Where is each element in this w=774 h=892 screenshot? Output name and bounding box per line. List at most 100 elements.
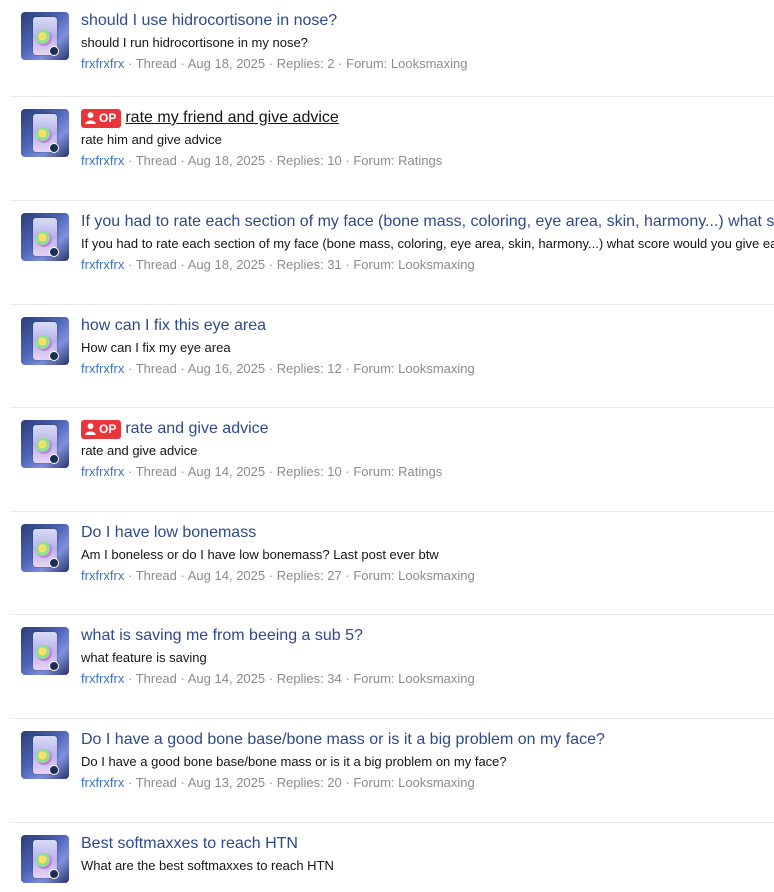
result-snippet: Do I have a good bone base/bone mass or … xyxy=(81,754,507,769)
username-link[interactable]: frxfrxfrx xyxy=(81,153,124,168)
content-type: Thread xyxy=(135,568,177,583)
forum-name[interactable]: Forum: Looksmaxing xyxy=(353,257,474,272)
search-result-item: what is saving me from beeing a sub 5? wh… xyxy=(10,614,774,718)
meta-separator: · xyxy=(345,153,350,168)
forum-name[interactable]: Forum: Looksmaxing xyxy=(353,775,474,790)
user-avatar[interactable] xyxy=(21,317,69,365)
username-link[interactable]: frxfrxfrx xyxy=(81,775,124,790)
post-date: Aug 18, 2025 xyxy=(187,257,266,272)
username-link[interactable]: frxfrxfrx xyxy=(81,361,124,376)
result-title-line: Do I have low bonemass xyxy=(81,522,774,544)
op-badge: OP xyxy=(81,419,122,439)
result-title-line: Best softmaxxes to reach HTN xyxy=(81,833,774,855)
forum-name[interactable]: Forum: Ratings xyxy=(353,153,442,168)
result-meta: frxfrxfrx · Thread · Aug 14, 2025 · Repl… xyxy=(81,567,774,585)
content-type: Thread xyxy=(135,257,177,272)
user-avatar[interactable] xyxy=(21,12,69,60)
meta-separator: · xyxy=(268,257,274,272)
username-link[interactable]: frxfrxfrx xyxy=(81,56,124,71)
meta-separator: · xyxy=(268,671,274,686)
result-title-line: how can I fix this eye area xyxy=(81,315,774,337)
result-title-link[interactable]: If you had to rate each section of my fa… xyxy=(81,211,774,233)
user-avatar[interactable] xyxy=(21,731,69,779)
post-date: Aug 18, 2025 xyxy=(187,153,266,168)
forum-name[interactable]: Forum: Looksmaxing xyxy=(346,56,467,71)
reply-count: Replies: 12 xyxy=(276,361,342,376)
meta-separator: · xyxy=(180,464,185,479)
result-title-link[interactable]: what is saving me from beeing a sub 5? xyxy=(81,625,363,647)
content-type: Thread xyxy=(135,153,177,168)
username-link[interactable]: frxfrxfrx xyxy=(81,568,124,583)
forum-name[interactable]: Forum: Ratings xyxy=(353,464,442,479)
result-content: how can I fix this eye area How can I fix… xyxy=(81,315,774,378)
user-avatar[interactable] xyxy=(21,524,69,572)
avatar-figure-shape xyxy=(36,542,52,558)
result-meta: frxfrxfrx · Thread · Aug 18, 2025 · Repl… xyxy=(81,152,774,170)
avatar-status-dot xyxy=(49,558,59,568)
forum-name[interactable]: Forum: Looksmaxing xyxy=(353,361,474,376)
forum-name[interactable]: Forum: Looksmaxing xyxy=(353,671,474,686)
result-meta: frxfrxfrx · Thread · Aug 16, 2025 · Repl… xyxy=(81,360,774,378)
result-title-link[interactable]: Do I have a good bone base/bone mass or … xyxy=(81,729,605,751)
user-avatar[interactable] xyxy=(21,835,69,883)
reply-count: Replies: 31 xyxy=(276,257,342,272)
meta-separator: · xyxy=(127,568,133,583)
username-link[interactable]: frxfrxfrx xyxy=(81,257,124,272)
user-avatar[interactable] xyxy=(21,627,69,675)
user-icon xyxy=(85,112,96,124)
meta-separator: · xyxy=(127,671,133,686)
reply-count: Replies: 10 xyxy=(276,153,342,168)
reply-count: Replies: 20 xyxy=(276,775,342,790)
result-content: If you had to rate each section of my fa… xyxy=(81,211,774,274)
content-type: Thread xyxy=(135,671,177,686)
result-meta: frxfrxfrx · Thread · Aug 14, 2025 · Repl… xyxy=(81,463,774,481)
avatar-figure-shape xyxy=(36,127,52,143)
user-icon xyxy=(85,423,96,435)
meta-separator: · xyxy=(180,361,185,376)
result-title-link[interactable]: should I use hidrocortisone in nose? xyxy=(81,10,337,32)
meta-separator: · xyxy=(268,56,274,71)
result-snippet: should I run hidrocortisone in my nose? xyxy=(81,35,308,50)
meta-separator: · xyxy=(268,153,274,168)
meta-separator: · xyxy=(180,568,185,583)
forum-name[interactable]: Forum: Looksmaxing xyxy=(353,568,474,583)
meta-separator: · xyxy=(180,257,185,272)
username-link[interactable]: frxfrxfrx xyxy=(81,464,124,479)
user-avatar[interactable] xyxy=(21,213,69,261)
result-title-link[interactable]: Best softmaxxes to reach HTN xyxy=(81,833,298,855)
username-link[interactable]: frxfrxfrx xyxy=(81,671,124,686)
avatar-figure-shape xyxy=(36,438,52,454)
search-result-item: should I use hidrocortisone in nose? shou… xyxy=(10,0,774,103)
op-badge: OP xyxy=(81,108,122,128)
meta-separator: · xyxy=(345,257,350,272)
meta-separator: · xyxy=(180,56,185,71)
result-snippet: rate and give advice xyxy=(81,443,198,458)
reply-count: Replies: 34 xyxy=(276,671,342,686)
result-title-link[interactable]: how can I fix this eye area xyxy=(81,315,266,337)
result-title-line: If you had to rate each section of my fa… xyxy=(81,211,774,233)
user-avatar[interactable] xyxy=(21,420,69,468)
result-content: Do I have low bonemass Am I boneless or d… xyxy=(81,522,774,585)
post-date: Aug 16, 2025 xyxy=(187,361,266,376)
meta-separator: · xyxy=(127,361,133,376)
search-result-item: If you had to rate each section of my fa… xyxy=(10,200,774,304)
search-result-item: OP rate my friend and give advice rate him… xyxy=(10,96,774,200)
avatar-status-dot xyxy=(49,454,59,464)
result-title-link[interactable]: rate and give advice xyxy=(125,418,268,440)
content-type: Thread xyxy=(135,56,177,71)
result-snippet: what feature is saving xyxy=(81,650,207,665)
op-badge-label: OP xyxy=(99,422,117,436)
result-title-link[interactable]: rate my friend and give advice xyxy=(125,107,338,129)
avatar-figure-shape xyxy=(36,30,52,46)
avatar-status-dot xyxy=(49,143,59,153)
result-meta: frxfrxfrx · Thread · Aug 18, 2025 · Repl… xyxy=(81,256,774,274)
meta-separator: · xyxy=(345,671,350,686)
meta-separator: · xyxy=(345,464,350,479)
meta-separator: · xyxy=(127,153,133,168)
content-type: Thread xyxy=(135,361,177,376)
user-avatar[interactable] xyxy=(21,109,69,157)
post-date: Aug 18, 2025 xyxy=(187,56,266,71)
result-title-line: OP rate and give advice xyxy=(81,418,774,440)
reply-count: Replies: 2 xyxy=(276,56,335,71)
result-title-link[interactable]: Do I have low bonemass xyxy=(81,522,256,544)
